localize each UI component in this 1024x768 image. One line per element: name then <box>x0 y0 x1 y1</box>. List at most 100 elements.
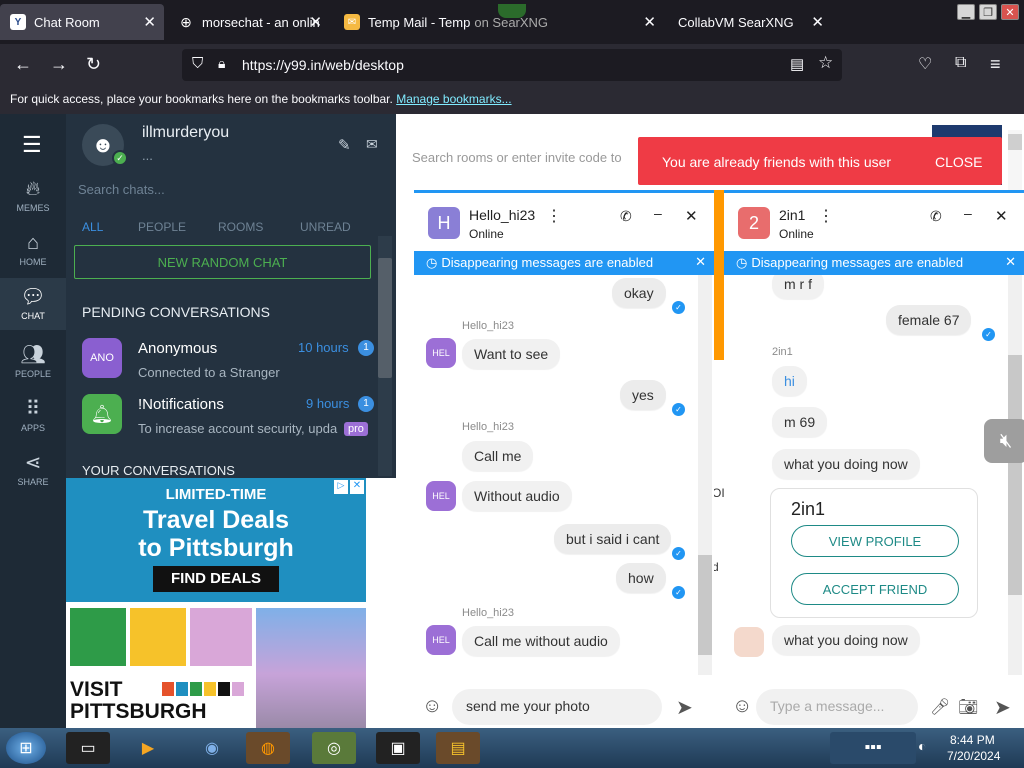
reload-icon[interactable]: ↻ <box>86 54 101 75</box>
avatar[interactable]: 2 <box>738 207 770 239</box>
restore-window-button[interactable]: ❐ <box>979 4 997 20</box>
menu-hamburger-icon[interactable]: ≡ <box>990 54 1001 75</box>
message-bubble: female 67 <box>886 305 972 335</box>
new-random-chat-button[interactable]: NEW RANDOM CHAT <box>74 245 371 279</box>
more-options-icon[interactable]: ⋮ <box>546 206 562 226</box>
clock-time[interactable]: 8:44 PM <box>950 733 995 747</box>
list-scrollbar[interactable] <box>378 236 392 476</box>
view-profile-button[interactable]: VIEW PROFILE <box>791 525 959 557</box>
toast-close-button[interactable]: CLOSE <box>935 154 982 170</box>
close-banner-icon[interactable]: ✕ <box>1005 254 1016 270</box>
address-bar[interactable]: ⛉ 🔒︎ https://y99.in/web/desktop ▤ ☆ <box>182 49 842 81</box>
tray-icons[interactable]: ▪▪▪ <box>830 732 916 764</box>
ad-close-icon[interactable]: ✕ <box>350 480 364 494</box>
send-icon[interactable]: ➤ <box>676 695 693 720</box>
message-input[interactable]: send me your photo <box>452 689 662 725</box>
chat-scrollbar[interactable] <box>698 275 712 675</box>
ad-tile <box>130 608 186 666</box>
url-text[interactable]: https://y99.in/web/desktop <box>242 57 404 73</box>
more-options-icon[interactable]: ⋮ <box>818 206 834 226</box>
advertisement[interactable]: LIMITED-TIME Travel Deals to Pittsburgh … <box>66 478 366 728</box>
tab-collabvm-searxng[interactable]: CollabVM SearXNG ✕ <box>668 4 832 40</box>
accept-friend-button[interactable]: ACCEPT FRIEND <box>791 573 959 605</box>
close-tab-icon[interactable]: ✕ <box>643 13 656 31</box>
chat-main-area: Search rooms or enter invite code to You… <box>396 114 1024 731</box>
scrollbar-thumb[interactable] <box>1008 355 1022 595</box>
globe-icon: ⊕ <box>180 13 192 30</box>
hamburger-menu-icon[interactable]: ☰ <box>22 132 42 158</box>
new-message-icon[interactable]: ✉ <box>366 136 378 153</box>
reader-view-icon[interactable]: ▤ <box>790 55 804 73</box>
edit-pencil-icon[interactable]: ✎ <box>338 136 351 154</box>
list-item[interactable]: 🔔︎ !Notifications 9 hours 1 To increase … <box>82 394 382 446</box>
chat-name[interactable]: Hello_hi23 <box>469 207 535 223</box>
close-window-button[interactable]: ✕ <box>1001 4 1019 20</box>
tab-morsechat[interactable]: ⊕ morsechat - an onlin ✕ <box>168 4 330 40</box>
message-input[interactable]: Type a message... <box>756 689 918 725</box>
rail-item-home[interactable]: ⌂ HOME <box>0 230 66 274</box>
folder-icon[interactable]: ▤ <box>436 732 480 764</box>
rail-item-people[interactable]: 👥︎ PEOPLE <box>0 340 66 384</box>
scrollbar-thumb[interactable] <box>1008 134 1022 150</box>
close-banner-icon[interactable]: ✕ <box>695 254 706 270</box>
chat-name[interactable]: 2in1 <box>779 207 805 223</box>
close-chat-icon[interactable]: ✕ <box>995 207 1008 225</box>
rail-item-memes[interactable]: 🔥︎ MEMES <box>0 176 66 220</box>
minimize-window-button[interactable]: ▁ <box>957 4 975 20</box>
message-bubble: how <box>616 563 666 593</box>
close-chat-icon[interactable]: ✕ <box>685 207 698 225</box>
forward-arrow-icon[interactable]: → <box>50 54 68 75</box>
filter-rooms[interactable]: ROOMS <box>218 220 263 234</box>
rail-item-apps[interactable]: ⠿ APPS <box>0 394 66 438</box>
globe-icon[interactable]: ◉ <box>190 732 234 764</box>
phone-icon[interactable]: ✆ <box>620 208 632 225</box>
chat-scrollbar[interactable] <box>1008 275 1022 675</box>
chat-search-input[interactable]: Search chats... <box>78 182 165 197</box>
message-composer: ☺ send me your photo ➤ <box>414 685 714 731</box>
taskbar-app-icon[interactable]: ▭ <box>66 732 110 764</box>
avatar[interactable]: H <box>428 207 460 239</box>
find-deals-button[interactable]: FIND DEALS <box>153 566 279 592</box>
phone-icon[interactable]: ✆ <box>930 208 942 225</box>
tab-chat-room[interactable]: Y Chat Room ✕ <box>0 4 164 40</box>
minimize-chat-icon[interactable]: – <box>654 205 662 221</box>
list-item[interactable]: ANO Anonymous 10 hours 1 Connected to a … <box>82 338 382 390</box>
firefox-icon[interactable]: ◍ <box>246 732 290 764</box>
room-search-input[interactable]: Search rooms or enter invite code to <box>412 150 622 165</box>
filter-all[interactable]: ALL <box>82 220 103 234</box>
close-tab-icon[interactable]: ✕ <box>143 13 156 31</box>
microphone-icon[interactable]: 🎤︎ <box>930 697 950 717</box>
minimize-chat-icon[interactable]: – <box>964 205 972 221</box>
send-icon[interactable]: ➤ <box>994 695 1011 720</box>
rail-item-share[interactable]: ⋖ SHARE <box>0 448 66 492</box>
terminal-icon[interactable]: ▣ <box>376 732 420 764</box>
browser-tab-bar: Y Chat Room ✕ ⊕ morsechat - an onlin ✕ ✉… <box>0 0 1024 44</box>
close-tab-icon[interactable]: ✕ <box>309 13 322 31</box>
scrollbar-thumb[interactable] <box>378 258 392 378</box>
adchoices-icon[interactable]: ▷ <box>334 480 348 494</box>
rail-item-chat[interactable]: 💬︎ CHAT <box>0 278 66 330</box>
clock-date[interactable]: 7/20/2024 <box>947 749 1000 763</box>
pocket-icon[interactable]: ♡ <box>918 54 932 74</box>
chrome-icon[interactable]: ◎ <box>312 732 356 764</box>
close-tab-icon[interactable]: ✕ <box>811 13 824 31</box>
back-arrow-icon[interactable]: ← <box>14 54 32 75</box>
avatar: HEL <box>426 625 456 655</box>
emoji-icon[interactable]: ☺ <box>422 695 442 718</box>
bookmark-star-icon[interactable]: ☆ <box>818 53 833 73</box>
manage-bookmarks-link[interactable]: Manage bookmarks... <box>396 92 511 106</box>
emoji-icon[interactable]: ☺ <box>732 695 752 718</box>
message-sender: Hello_hi23 <box>462 607 514 619</box>
media-player-icon[interactable]: ▶ <box>126 732 170 764</box>
y99-favicon: Y <box>10 14 26 30</box>
scrollbar-thumb[interactable] <box>698 555 712 655</box>
network-icon[interactable]: ◐ <box>918 738 926 754</box>
extensions-icon[interactable]: ⧉ <box>955 54 966 72</box>
filter-people[interactable]: PEOPLE <box>138 220 186 234</box>
lock-icon[interactable]: 🔒︎ <box>218 55 225 72</box>
video-muted-icon[interactable]: 🔇︎ <box>984 419 1024 463</box>
shield-icon[interactable]: ⛉ <box>192 55 203 72</box>
filter-unread[interactable]: UNREAD <box>300 220 351 234</box>
start-button-icon[interactable]: ⊞ <box>6 732 46 764</box>
camera-icon[interactable]: 📷︎ <box>958 697 978 717</box>
